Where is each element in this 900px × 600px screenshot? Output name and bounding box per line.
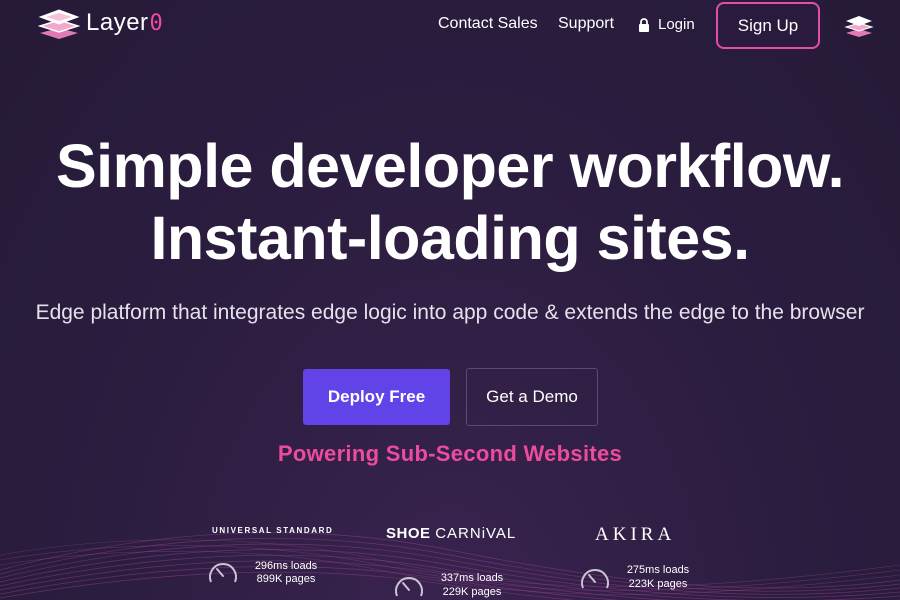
nav-login[interactable]: Login (638, 16, 695, 33)
deploy-free-button[interactable]: Deploy Free (303, 369, 450, 425)
brand-zero: 0 (149, 11, 164, 36)
customer-stat-pages: 899K pages (256, 573, 316, 585)
nav-support[interactable]: Support (558, 15, 614, 33)
hero-subheadline: Edge platform that integrates edge logic… (35, 301, 865, 324)
layers-logo-icon (38, 9, 80, 39)
sign-up-button[interactable]: Sign Up (716, 2, 820, 49)
powering-tagline: Powering Sub-Second Websites (277, 441, 623, 466)
lock-icon (639, 17, 649, 32)
customer-logo-akira: AKIRA (595, 524, 676, 545)
speed-gauge-icon (209, 563, 237, 583)
customer-stat-pages: 223K pages (628, 578, 688, 590)
hero-headline-line-1: Simple developer workflow. (55, 132, 845, 200)
speed-gauge-icon (581, 569, 609, 589)
nav-contact-sales[interactable]: Contact Sales (438, 15, 538, 33)
customer-stat-loads: 296ms loads (254, 560, 318, 572)
hero-headline-line-2: Instant-loading sites. (150, 204, 750, 272)
brand-logo-link[interactable]: Layer0 (38, 6, 163, 40)
customer-logo-universal-standard: UNIVERSAL STANDARD (212, 526, 334, 535)
top-navbar: Layer0 Contact Sales Support Login Sign … (0, 0, 900, 50)
customer-stat-pages: 229K pages (442, 586, 502, 598)
nav-login-label: Login (658, 16, 695, 33)
speed-gauge-icon (395, 577, 423, 597)
brand-name-text: Layer (86, 9, 149, 36)
shoe-carnival-thin: CARNiVAL (435, 525, 517, 542)
layers-mini-icon[interactable] (844, 14, 874, 38)
customer-stat-loads: 275ms loads (626, 564, 690, 576)
brand-name: Layer0 (86, 9, 163, 37)
customer-stat-loads: 337ms loads (440, 572, 504, 584)
customer-logo-shoe-carnival: SHOE CARNiVAL (386, 525, 516, 542)
get-a-demo-button[interactable]: Get a Demo (466, 368, 598, 426)
shoe-carnival-bold: SHOE (386, 525, 431, 542)
